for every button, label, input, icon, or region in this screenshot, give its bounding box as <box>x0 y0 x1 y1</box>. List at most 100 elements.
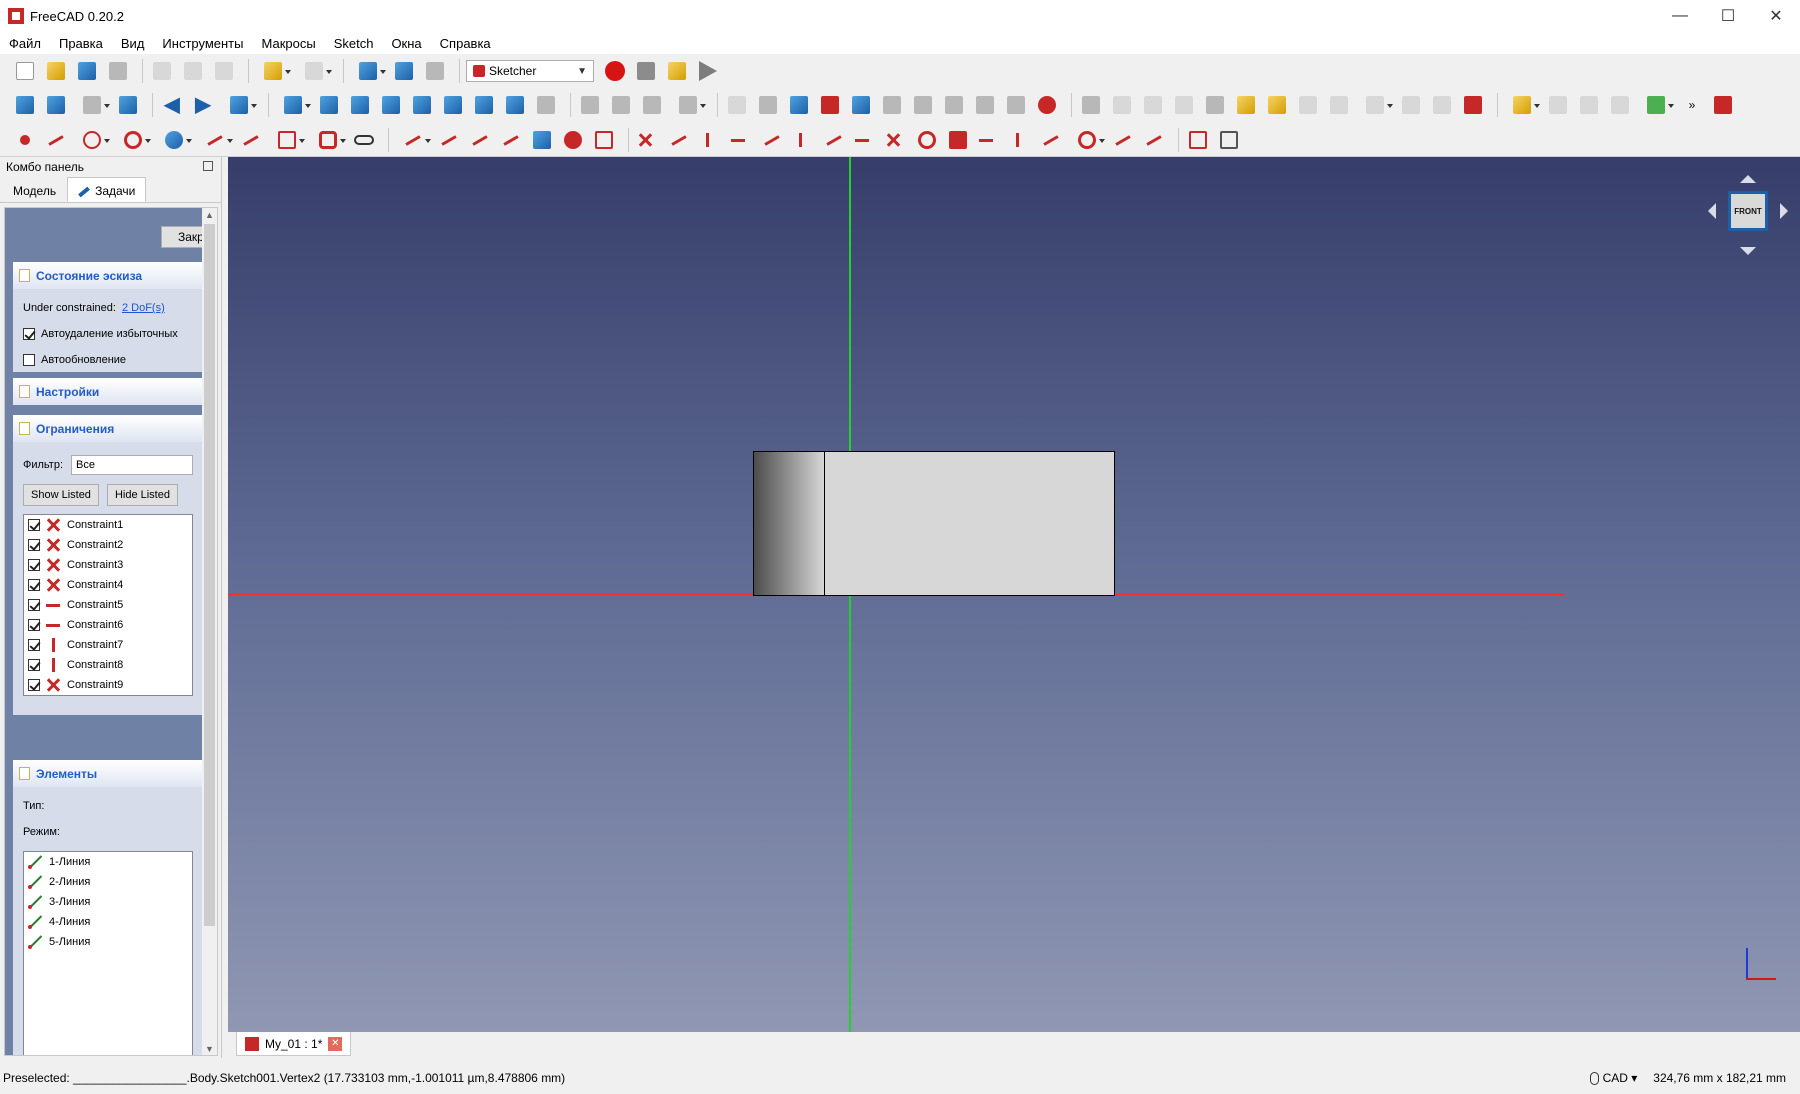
horizontal-constraint-button[interactable] <box>728 127 754 153</box>
menu-macro[interactable]: Макросы <box>252 36 324 51</box>
slot-tool-button[interactable] <box>351 127 377 153</box>
construction-mode-button[interactable] <box>591 127 617 153</box>
right-view-button[interactable] <box>409 92 435 118</box>
angle-constraint-button[interactable] <box>1110 127 1136 153</box>
equal-constraint-button[interactable] <box>852 127 878 153</box>
copy-button[interactable] <box>180 58 206 84</box>
menu-help[interactable]: Справка <box>431 36 500 51</box>
hide-listed-button[interactable]: Hide Listed <box>106 484 178 506</box>
macro-record-button[interactable] <box>602 58 628 84</box>
merge-sketch-button[interactable] <box>972 92 998 118</box>
distance-constraint-button[interactable] <box>1038 127 1064 153</box>
constraint-item[interactable]: Constraint1 <box>24 515 192 535</box>
edit-sketch-button[interactable] <box>755 92 781 118</box>
menu-sketch[interactable]: Sketch <box>325 36 383 51</box>
float-panel-icon[interactable] <box>203 161 213 171</box>
bspline-tools-button[interactable] <box>1504 92 1540 118</box>
show-listed-button[interactable]: Show Listed <box>23 484 99 506</box>
isometric-button[interactable] <box>316 92 342 118</box>
symmetry-button[interactable] <box>1326 92 1352 118</box>
remove-axes-button[interactable] <box>1429 92 1455 118</box>
constraint-checkbox[interactable] <box>28 519 40 531</box>
constraint-item[interactable]: Constraint5 <box>24 595 192 615</box>
redo-button[interactable] <box>296 58 332 84</box>
fillet-tool-button[interactable] <box>395 127 431 153</box>
bottom-view-button[interactable] <box>471 92 497 118</box>
reorient-sketch-button[interactable] <box>910 92 936 118</box>
trim-tool-button[interactable] <box>436 127 462 153</box>
constraint-item[interactable]: Constraint4 <box>24 575 192 595</box>
tab-model[interactable]: Модель <box>2 177 67 202</box>
sketch-body-shape[interactable] <box>753 451 1115 596</box>
auto-remove-checkbox[interactable] <box>23 328 35 340</box>
constraint-item[interactable]: Constraint8 <box>24 655 192 675</box>
macro-run-button[interactable] <box>695 58 721 84</box>
draw-style-button[interactable] <box>74 92 110 118</box>
point-tool-button[interactable] <box>12 127 38 153</box>
filter-select[interactable]: Все <box>71 455 193 475</box>
macro-stop-button[interactable] <box>633 58 659 84</box>
maximize-button[interactable]: ☐ <box>1704 0 1752 32</box>
constraint-checkbox[interactable] <box>28 639 40 651</box>
constraint-checkbox[interactable] <box>28 539 40 551</box>
front-view-button[interactable] <box>347 92 373 118</box>
polyline-tool-button[interactable] <box>238 127 264 153</box>
parallel-constraint-button[interactable] <box>759 127 785 153</box>
link-button[interactable] <box>639 92 665 118</box>
element-item[interactable]: 2-Линия <box>24 872 192 892</box>
left-view-button[interactable] <box>502 92 528 118</box>
elements-box-header[interactable]: Элементы <box>13 760 203 787</box>
mirror-sketch-button[interactable] <box>1003 92 1029 118</box>
menu-edit[interactable]: Правка <box>50 36 112 51</box>
undo-button[interactable] <box>255 58 291 84</box>
snell-law-button[interactable] <box>1141 127 1167 153</box>
solver-box-header[interactable]: Состояние эскиза <box>13 262 203 289</box>
point-on-object-button[interactable] <box>666 127 692 153</box>
select-conflicting-button[interactable] <box>1233 92 1259 118</box>
cut-button[interactable] <box>149 58 175 84</box>
std-views-button[interactable] <box>275 92 311 118</box>
symmetric-constraint-button[interactable] <box>883 127 909 153</box>
select-constraints-button[interactable] <box>1078 92 1104 118</box>
forward-button[interactable]: ▶ <box>190 92 216 118</box>
constraint-checkbox[interactable] <box>28 619 40 631</box>
delete-all-geometry-button[interactable] <box>1460 92 1486 118</box>
clone-button[interactable] <box>1357 92 1393 118</box>
external-geometry-button[interactable] <box>529 127 555 153</box>
constraints-box-header[interactable]: Ограничения <box>13 415 203 442</box>
coincident-constraint-button[interactable] <box>635 127 661 153</box>
new-sketch-button[interactable] <box>724 92 750 118</box>
close-window-button[interactable]: ✕ <box>1752 0 1800 32</box>
constraint-checkbox[interactable] <box>28 599 40 611</box>
scroll-thumb[interactable] <box>204 224 215 926</box>
navigation-cube[interactable]: FRONT <box>1702 165 1792 255</box>
select-vertical-axis-button[interactable] <box>1140 92 1166 118</box>
show-hide-geometry-button[interactable] <box>1295 92 1321 118</box>
view-sketch-button[interactable] <box>817 92 843 118</box>
tangent-constraint-button[interactable] <box>821 127 847 153</box>
paste-button[interactable] <box>211 58 237 84</box>
rear-view-button[interactable] <box>440 92 466 118</box>
split-tool-button[interactable] <box>498 127 524 153</box>
view-section-button[interactable] <box>848 92 874 118</box>
bounding-box-button[interactable] <box>115 92 141 118</box>
constraint-item[interactable]: Constraint2 <box>24 535 192 555</box>
select-origin-button[interactable] <box>1109 92 1135 118</box>
bspline-increase-button[interactable] <box>1576 92 1602 118</box>
navcube-down-arrow-icon[interactable] <box>1740 247 1756 255</box>
select-horizontal-axis-button[interactable] <box>1171 92 1197 118</box>
constraint-item[interactable]: Constraint7 <box>24 635 192 655</box>
perpendicular-constraint-button[interactable] <box>790 127 816 153</box>
map-sketch-button[interactable] <box>879 92 905 118</box>
extend-tool-button[interactable] <box>467 127 493 153</box>
constraint-item[interactable]: Constraint3 <box>24 555 192 575</box>
menu-file[interactable]: Файл <box>0 36 50 51</box>
circle-tool-button[interactable] <box>115 127 151 153</box>
navigation-style-selector[interactable]: CAD ▾ <box>1589 1071 1637 1086</box>
vertical-constraint-button[interactable] <box>697 127 723 153</box>
constraint-checkbox[interactable] <box>28 679 40 691</box>
back-button[interactable]: ◀ <box>159 92 185 118</box>
validate-sketch-button[interactable] <box>941 92 967 118</box>
vertical-distance-button[interactable] <box>1007 127 1033 153</box>
navcube-up-arrow-icon[interactable] <box>1740 175 1756 183</box>
